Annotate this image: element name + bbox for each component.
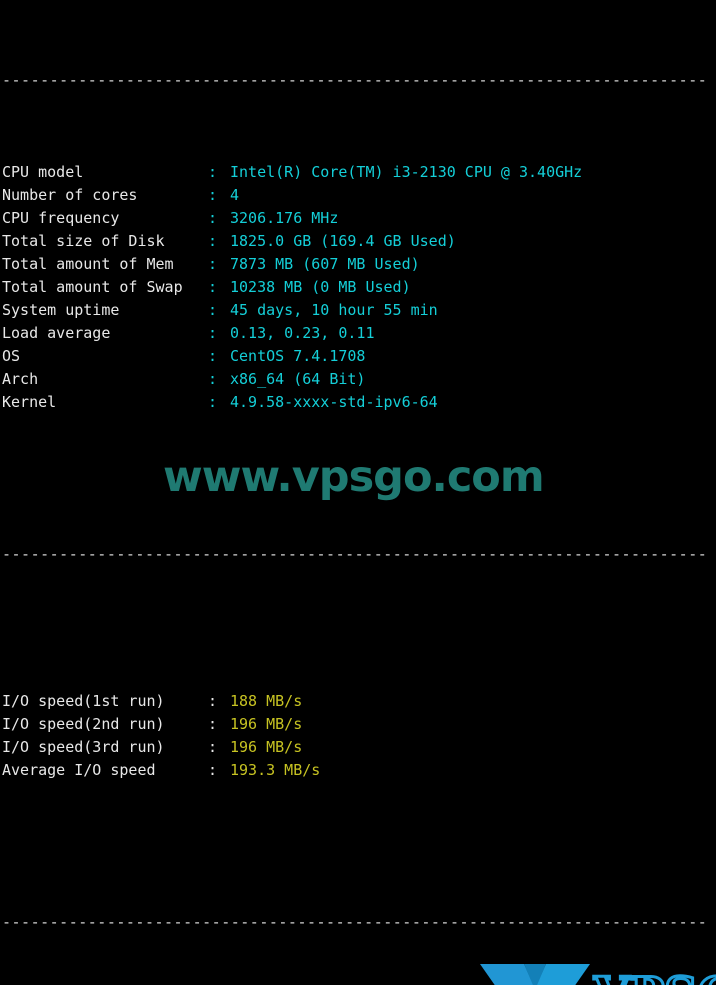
sysinfo-label: Arch	[2, 370, 39, 388]
sysinfo-value: 10238 MB (0 MB Used)	[230, 278, 411, 296]
sysinfo-colon: :	[208, 278, 218, 296]
sysinfo-row: Kernel:4.9.58-xxxx-std-ipv6-64	[0, 391, 716, 414]
sysinfo-row: CPU frequency:3206.176 MHz	[0, 207, 716, 230]
sysinfo-label: Total amount of Swap	[2, 278, 183, 296]
separator-io: ----------------------------------------…	[2, 545, 708, 563]
sysinfo-label: OS	[2, 347, 21, 365]
sysinfo-colon: :	[208, 301, 218, 319]
sysinfo-label: Total amount of Mem	[2, 255, 174, 273]
io-speed-label: I/O speed(1st run)	[2, 692, 165, 710]
sysinfo-colon: :	[208, 232, 218, 250]
sysinfo-value: 7873 MB (607 MB Used)	[230, 255, 420, 273]
io-speed-section: I/O speed(1st run):188 MB/s I/O speed(2nd…	[0, 690, 716, 782]
io-speed-colon: :	[208, 761, 218, 779]
sysinfo-value: 1825.0 GB (169.4 GB Used)	[230, 232, 456, 250]
sysinfo-row: System uptime:45 days, 10 hour 55 min	[0, 299, 716, 322]
io-speed-row: I/O speed(1st run):188 MB/s	[0, 690, 716, 713]
sysinfo-colon: :	[208, 209, 218, 227]
io-speed-label: I/O speed(2nd run)	[2, 715, 165, 733]
sysinfo-value: CentOS 7.4.1708	[230, 347, 366, 365]
sysinfo-label: CPU model	[2, 163, 84, 181]
io-speed-colon: :	[208, 692, 218, 710]
io-speed-colon: :	[208, 715, 218, 733]
io-speed-value: 193.3 MB/s	[230, 761, 321, 779]
sysinfo-label: System uptime	[2, 301, 120, 319]
sysinfo-row: Total amount of Swap:10238 MB (0 MB Used…	[0, 276, 716, 299]
sysinfo-value: x86_64 (64 Bit)	[230, 370, 366, 388]
sysinfo-row: Total amount of Mem:7873 MB (607 MB Used…	[0, 253, 716, 276]
separator-top: ----------------------------------------…	[2, 71, 708, 89]
io-speed-value: 196 MB/s	[230, 715, 303, 733]
io-speed-colon: :	[208, 738, 218, 756]
sysinfo-value: 3206.176 MHz	[230, 209, 339, 227]
sysinfo-row: Load average:0.13, 0.23, 0.11	[0, 322, 716, 345]
io-speed-value: 188 MB/s	[230, 692, 303, 710]
system-info-section: CPU model: Intel(R) Core(TM) i3-2130 CPU …	[0, 161, 716, 414]
sysinfo-row: Total size of Disk:1825.0 GB (169.4 GB U…	[0, 230, 716, 253]
terminal-output: ----------------------------------------…	[0, 0, 716, 985]
sysinfo-row: OS: CentOS 7.4.1708	[0, 345, 716, 368]
sysinfo-label: Load average	[2, 324, 111, 342]
sysinfo-value: 4	[230, 186, 240, 204]
sysinfo-value: 4.9.58-xxxx-std-ipv6-64	[230, 393, 438, 411]
sysinfo-colon: :	[208, 163, 218, 181]
io-speed-value: 196 MB/s	[230, 738, 303, 756]
sysinfo-colon: :	[208, 324, 218, 342]
sysinfo-row: Number of cores:4	[0, 184, 716, 207]
sysinfo-value: Intel(R) Core(TM) i3-2130 CPU @ 3.40GHz	[230, 163, 583, 181]
separator-ipv4: ----------------------------------------…	[2, 913, 708, 931]
io-speed-row: Average I/O speed:193.3 MB/s	[0, 759, 716, 782]
sysinfo-row: CPU model: Intel(R) Core(TM) i3-2130 CPU …	[0, 161, 716, 184]
sysinfo-colon: :	[208, 255, 218, 273]
sysinfo-row: Arch: x86_64 (64 Bit)	[0, 368, 716, 391]
sysinfo-label: Number of cores	[2, 186, 138, 204]
sysinfo-label: Total size of Disk	[2, 232, 165, 250]
sysinfo-label: CPU frequency	[2, 209, 120, 227]
io-speed-row: I/O speed(2nd run):196 MB/s	[0, 713, 716, 736]
io-speed-label: Average I/O speed	[2, 761, 156, 779]
sysinfo-colon: :	[208, 370, 218, 388]
sysinfo-colon: :	[208, 393, 218, 411]
sysinfo-value: 0.13, 0.23, 0.11	[230, 324, 375, 342]
sysinfo-colon: :	[208, 347, 218, 365]
sysinfo-value: 45 days, 10 hour 55 min	[230, 301, 438, 319]
sysinfo-label: Kernel	[2, 393, 57, 411]
io-speed-label: I/O speed(3rd run)	[2, 738, 165, 756]
sysinfo-colon: :	[208, 186, 218, 204]
io-speed-row: I/O speed(3rd run):196 MB/s	[0, 736, 716, 759]
